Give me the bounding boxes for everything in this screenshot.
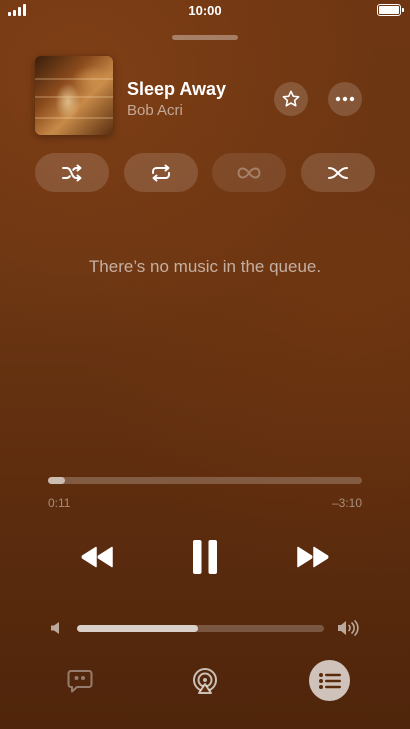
infinity-icon — [237, 166, 261, 179]
fast-forward-icon — [297, 546, 329, 568]
queue-button[interactable] — [309, 660, 350, 701]
empty-queue-message: There’s no music in the queue. — [88, 257, 322, 276]
favorite-button[interactable] — [274, 82, 308, 116]
rewind-icon — [81, 546, 113, 568]
status-time: 10:00 — [188, 3, 222, 18]
previous-track-button[interactable] — [74, 538, 120, 576]
shuffle-button[interactable] — [35, 153, 109, 192]
remaining-time: –3:10 — [331, 496, 362, 510]
sheet-grabber[interactable] — [172, 35, 238, 40]
lyrics-quote-bubble-icon — [67, 670, 93, 693]
crossfade-button[interactable] — [301, 153, 375, 192]
volume-low-icon — [50, 621, 62, 640]
crossfade-icon — [328, 166, 348, 179]
battery-icon — [377, 4, 404, 16]
track-title: Sleep Away — [127, 79, 227, 99]
playback-progress-fill — [48, 477, 66, 484]
lyrics-button[interactable] — [64, 666, 96, 696]
airplay-icon — [193, 668, 217, 694]
airplay-button[interactable] — [189, 665, 221, 697]
volume-slider[interactable] — [77, 625, 324, 632]
album-artwork[interactable] — [35, 56, 113, 135]
track-artist[interactable]: Bob Acri — [127, 102, 183, 119]
elapsed-time: 0:11 — [48, 496, 71, 510]
queue-list-icon — [318, 672, 341, 689]
pause-button[interactable] — [182, 535, 228, 579]
shuffle-icon — [62, 164, 82, 181]
repeat-icon — [152, 164, 170, 181]
playback-scrubber[interactable] — [48, 477, 362, 484]
status-bar: 10:00 — [0, 0, 410, 22]
volume-level-fill — [77, 625, 199, 632]
repeat-button[interactable] — [124, 153, 198, 192]
pause-icon — [193, 540, 217, 574]
ellipsis-icon — [335, 96, 355, 102]
volume-high-icon — [337, 620, 361, 641]
next-track-button[interactable] — [290, 538, 336, 576]
star-icon — [282, 90, 300, 107]
autoplay-button[interactable] — [212, 153, 286, 192]
more-button[interactable] — [328, 82, 362, 116]
